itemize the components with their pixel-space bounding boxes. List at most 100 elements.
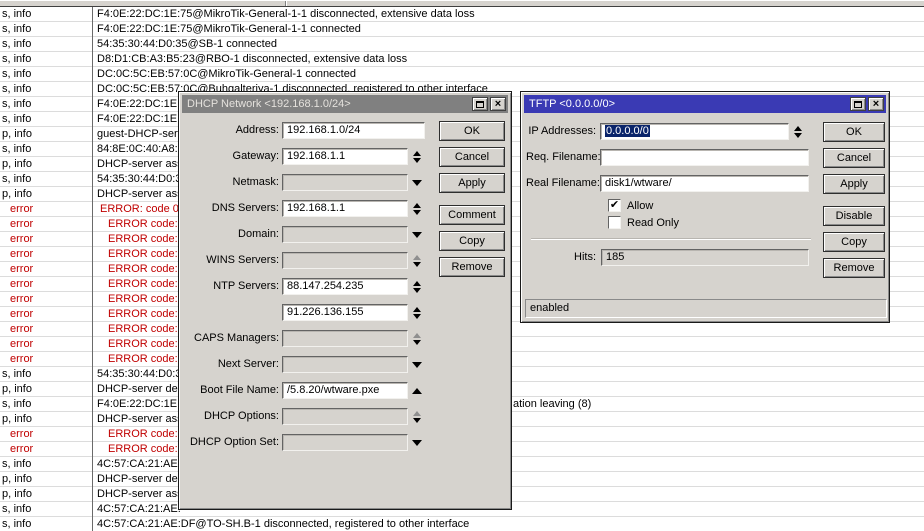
spinner-down-icon[interactable] — [413, 418, 421, 423]
dhcp-dialog-titlebar[interactable]: DHCP Network <192.168.1.0/24> × — [182, 95, 508, 113]
log-message-cell: F4:0E:22:DC:1E:7 — [97, 397, 186, 412]
unchecked-checkbox[interactable] — [608, 216, 621, 229]
field-input[interactable]: 192.168.1.0/24 — [282, 122, 425, 139]
log-row[interactable]: s, info F4:0E:22:DC:1E:75@MikroTik-Genera… — [0, 22, 924, 37]
selected-text: 0.0.0.0/0 — [605, 125, 650, 137]
log-message-cell: DHCP-server ass — [97, 487, 183, 502]
spinner-control[interactable] — [410, 408, 424, 425]
copy-button[interactable]: Copy — [823, 232, 885, 252]
spinner-control[interactable] — [410, 278, 424, 295]
spinner-control[interactable] — [410, 148, 424, 165]
cancel-button[interactable]: Cancel — [823, 148, 885, 168]
log-message-cell: F4:0E:22:DC:1E:75@MikroTik-General-1-1 c… — [97, 22, 361, 37]
checkbox-label[interactable]: Read Only — [627, 217, 679, 229]
field-input[interactable]: disk1/wtware/ — [600, 175, 809, 192]
maximize-button[interactable] — [850, 97, 866, 111]
log-topic-cell: s, info — [0, 67, 92, 82]
log-row[interactable]: s, info4C:57:CA:21:AE:DF@TO-SH.B-1 disco… — [0, 517, 924, 531]
spinner-up-icon[interactable] — [413, 151, 421, 156]
log-column-divider[interactable] — [285, 1, 286, 6]
spinner-down-icon[interactable] — [413, 158, 421, 163]
spinner-up-icon[interactable] — [413, 255, 421, 260]
log-message-cell: DHCP-server ass — [97, 187, 183, 202]
field-input[interactable]: /5.8.20/wtware.pxe — [282, 382, 408, 399]
spinner-up-icon[interactable] — [413, 307, 421, 312]
field-input[interactable]: 192.168.1.1 — [282, 200, 408, 217]
spinner-control[interactable] — [410, 200, 424, 217]
ok-button[interactable]: OK — [439, 121, 505, 141]
maximize-icon — [854, 101, 862, 108]
log-row[interactable]: s, infoD8:D1:CB:A3:B5:23@RBO-1 disconnec… — [0, 52, 924, 67]
remove-button[interactable]: Remove — [823, 258, 885, 278]
log-message-cell: ERROR code: — [108, 352, 178, 367]
log-topic-cell: s, info — [0, 22, 92, 37]
field-input — [282, 356, 408, 373]
dropdown-button[interactable] — [410, 174, 424, 191]
remove-button[interactable]: Remove — [439, 257, 505, 277]
field-input[interactable]: 0.0.0.0/0 — [600, 123, 789, 140]
field-input[interactable]: 192.168.1.1 — [282, 148, 408, 165]
spinner-up-icon[interactable] — [413, 333, 421, 338]
collapse-up-icon[interactable] — [412, 388, 422, 394]
field-input[interactable]: 91.226.136.155 — [282, 304, 408, 321]
spinner-down-icon[interactable] — [413, 262, 421, 267]
log-row[interactable]: s, infoF4:0E:22:DC:1E:75@MikroTik-Genera… — [0, 7, 924, 22]
spinner-control[interactable] — [410, 382, 424, 399]
log-topic-cell: s, info — [0, 112, 92, 127]
field-label: CAPS Managers: — [184, 330, 279, 347]
log-topic-cell: p, info — [0, 127, 92, 142]
status-bar: enabled — [525, 299, 887, 318]
log-message-cell: 4C:57:CA:21:AE: — [97, 457, 181, 472]
checkbox-label[interactable]: Allow — [627, 200, 653, 212]
spinner-control[interactable] — [791, 123, 805, 140]
ok-button[interactable]: OK — [823, 122, 885, 142]
dropdown-button[interactable] — [410, 434, 424, 451]
log-row[interactable]: s, infoDC:0C:5C:EB:57:0C@MikroTik-Genera… — [0, 67, 924, 82]
log-topic-cell: error — [0, 277, 92, 292]
field-input[interactable]: 88.147.254.235 — [282, 278, 408, 295]
spinner-down-icon[interactable] — [413, 288, 421, 293]
maximize-button[interactable] — [472, 97, 488, 111]
checked-checkbox[interactable]: ✔ — [608, 199, 621, 212]
spinner-control[interactable] — [410, 304, 424, 321]
cancel-button[interactable]: Cancel — [439, 147, 505, 167]
spinner-up-icon[interactable] — [413, 203, 421, 208]
field-label: Req. Filename: — [526, 149, 596, 166]
spinner-down-icon[interactable] — [413, 340, 421, 345]
log-topic-cell: p, info — [0, 487, 92, 502]
separator — [531, 238, 811, 239]
log-message-fragment: ation leaving (8) — [513, 397, 591, 412]
field-label: DHCP Options: — [184, 408, 279, 425]
disable-button[interactable]: Disable — [823, 206, 885, 226]
dhcp-network-dialog: DHCP Network <192.168.1.0/24> × Address:… — [178, 91, 512, 510]
dropdown-button[interactable] — [410, 356, 424, 373]
spinner-down-icon[interactable] — [794, 133, 802, 138]
spinner-control[interactable] — [410, 252, 424, 269]
dhcp-dialog-title: DHCP Network <192.168.1.0/24> — [187, 98, 472, 110]
close-button[interactable]: × — [868, 97, 884, 111]
log-row[interactable]: s, info54:35:30:44:D0:35@SB-1 connected — [0, 37, 924, 52]
tftp-dialog-titlebar[interactable]: TFTP <0.0.0.0/0> × — [524, 95, 886, 113]
log-message-cell: ERROR code: — [108, 292, 178, 307]
spinner-up-icon[interactable] — [413, 281, 421, 286]
spinner-down-icon[interactable] — [413, 210, 421, 215]
close-button[interactable]: × — [490, 97, 506, 111]
apply-button[interactable]: Apply — [439, 173, 505, 193]
field-input[interactable] — [600, 149, 809, 166]
spinner-control[interactable] — [410, 330, 424, 347]
copy-button[interactable]: Copy — [439, 231, 505, 251]
spinner-down-icon[interactable] — [413, 314, 421, 319]
checkbox-row[interactable]: ✔ Allow — [608, 199, 653, 212]
dropdown-button[interactable] — [410, 226, 424, 243]
spinner-up-icon[interactable] — [794, 126, 802, 131]
comment-button[interactable]: Comment — [439, 205, 505, 225]
log-topic-cell: error — [0, 202, 92, 217]
field-label: Domain: — [184, 226, 279, 243]
spinner-up-icon[interactable] — [413, 411, 421, 416]
checkbox-row[interactable]: Read Only — [608, 216, 679, 229]
log-column-header[interactable] — [0, 0, 924, 7]
field-label: Gateway: — [184, 148, 279, 165]
log-topic-cell: s, info — [0, 397, 92, 412]
log-message-cell: ERROR code: — [108, 247, 178, 262]
apply-button[interactable]: Apply — [823, 174, 885, 194]
